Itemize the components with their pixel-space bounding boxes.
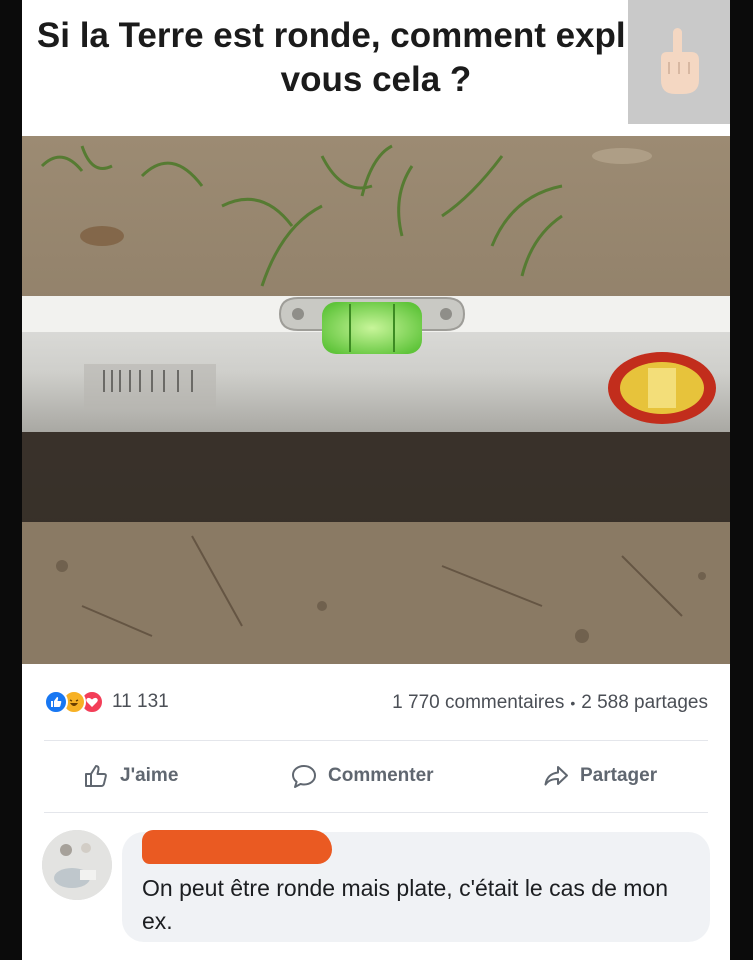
like-button[interactable]: J'aime <box>82 762 178 790</box>
post-card: Si la Terre est ronde, comment expliquez… <box>22 0 730 960</box>
share-label: Partager <box>580 765 658 786</box>
comment-button[interactable]: Commenter <box>290 762 434 790</box>
comments-count[interactable]: 1 770 commentaires <box>392 692 564 714</box>
comment-text: On peut être ronde mais plate, c'était l… <box>142 875 669 934</box>
share-icon <box>544 766 568 786</box>
separator-dot: • <box>570 695 576 711</box>
comment-bubble: On peut être ronde mais plate, c'était l… <box>122 830 710 942</box>
reactions-count[interactable]: 11 131 <box>112 691 169 713</box>
pointing-hand-icon <box>661 28 699 94</box>
action-bar: J'aime Commenter Partager <box>22 752 730 806</box>
thumbs-up-icon <box>85 765 107 787</box>
post-title: Si la Terre est ronde, comment expliquez… <box>36 16 716 99</box>
shares-count[interactable]: 2 588 partages <box>581 692 708 714</box>
divider <box>44 740 708 741</box>
post-stats: 11 131 1 770 commentaires • 2 588 partag… <box>22 684 730 720</box>
engagement-counts: 1 770 commentaires • 2 588 partages <box>392 692 708 714</box>
like-icon <box>44 690 68 714</box>
redacted-name <box>142 830 332 864</box>
divider <box>44 812 708 813</box>
avatar[interactable] <box>42 830 112 900</box>
reactions-summary[interactable]: 11 131 <box>44 690 169 714</box>
like-label: J'aime <box>120 765 179 786</box>
share-button[interactable]: Partager <box>542 762 657 790</box>
post-photo[interactable] <box>22 136 730 664</box>
comment-label: Commenter <box>328 765 434 786</box>
watermark <box>628 0 730 124</box>
comment-icon <box>292 765 316 788</box>
